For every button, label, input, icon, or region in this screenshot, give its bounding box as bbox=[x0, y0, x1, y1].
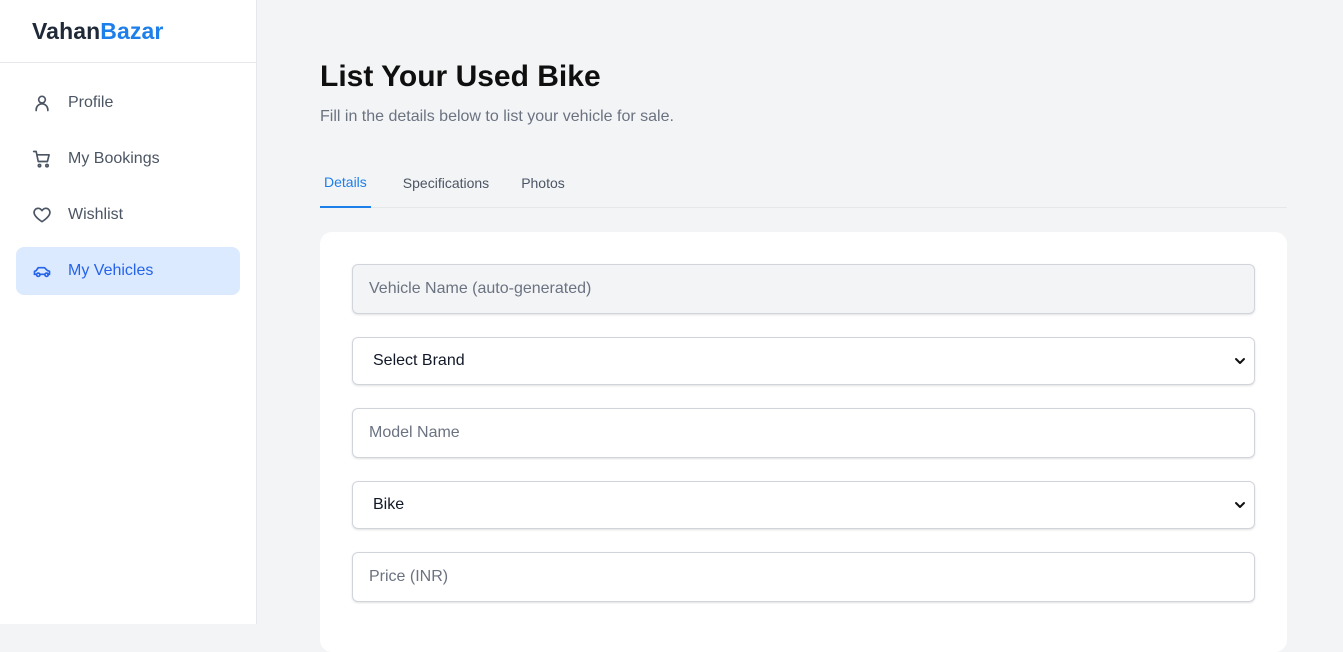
vehicle-name-field: Vehicle Name (auto-generated) bbox=[352, 264, 1255, 314]
page-subtitle: Fill in the details below to list your v… bbox=[320, 108, 674, 125]
sidebar-item-label: My Bookings bbox=[68, 150, 160, 167]
main-content: List Your Used Bike Fill in the details … bbox=[257, 0, 1343, 652]
logo-text-primary: Vahan bbox=[32, 17, 101, 44]
sidebar-nav: Profile My Bookings Wishlist My Vehicles bbox=[0, 63, 256, 295]
logo-text-accent: Bazar bbox=[100, 17, 164, 44]
vehicle-type-select[interactable]: Bike bbox=[352, 481, 1255, 529]
price-field[interactable]: Price (INR) bbox=[352, 552, 1255, 602]
tab-photos[interactable]: Photos bbox=[517, 158, 581, 208]
vehicle-name-placeholder: Vehicle Name (auto-generated) bbox=[369, 280, 592, 297]
sidebar-item-label: My Vehicles bbox=[68, 262, 154, 279]
logo[interactable]: Vahan Bazar bbox=[0, 0, 256, 63]
vehicle-type-value: Bike bbox=[373, 496, 405, 513]
sidebar-item-my-vehicles[interactable]: My Vehicles bbox=[16, 247, 240, 295]
sidebar-item-label: Profile bbox=[68, 94, 114, 111]
heart-icon bbox=[32, 205, 52, 225]
sidebar: Vahan Bazar Profile My Bookings Wishlist… bbox=[0, 0, 257, 624]
chevron-down-icon bbox=[1234, 355, 1246, 367]
page-title: List Your Used Bike bbox=[320, 60, 601, 93]
sidebar-item-profile[interactable]: Profile bbox=[16, 79, 240, 127]
car-icon bbox=[32, 261, 52, 281]
tab-bar: Details Specifications Photos bbox=[320, 158, 1287, 208]
brand-select[interactable]: Select Brand bbox=[352, 337, 1255, 385]
price-placeholder: Price (INR) bbox=[369, 568, 449, 585]
model-name-field[interactable]: Model Name bbox=[352, 408, 1255, 458]
user-icon bbox=[32, 93, 52, 113]
cart-icon bbox=[32, 149, 52, 169]
brand-select-value: Select Brand bbox=[373, 352, 465, 369]
model-name-placeholder: Model Name bbox=[369, 424, 460, 441]
chevron-down-icon bbox=[1234, 499, 1246, 511]
tab-specifications[interactable]: Specifications bbox=[399, 158, 505, 208]
tab-details[interactable]: Details bbox=[320, 158, 371, 208]
sidebar-item-my-bookings[interactable]: My Bookings bbox=[16, 135, 240, 183]
sidebar-item-wishlist[interactable]: Wishlist bbox=[16, 191, 240, 239]
sidebar-item-label: Wishlist bbox=[68, 206, 124, 223]
listing-form-card: Vehicle Name (auto-generated) Select Bra… bbox=[320, 232, 1287, 652]
